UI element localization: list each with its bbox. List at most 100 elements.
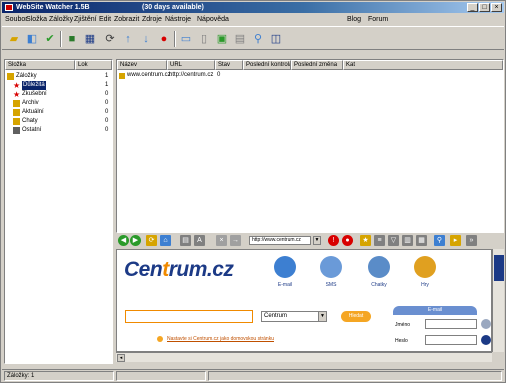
- tree-item-archiv[interactable]: Archiv 0: [5, 99, 112, 108]
- close-button[interactable]: ×: [491, 3, 502, 12]
- search-scope-select[interactable]: Centrum ▼: [261, 311, 327, 322]
- refresh-icon[interactable]: ⟳: [146, 235, 157, 246]
- menu-soubor[interactable]: Soubor: [5, 15, 28, 24]
- list-column-name[interactable]: Název: [117, 60, 167, 70]
- chat-icon: [368, 256, 390, 278]
- folder-tree[interactable]: Složka Lok Záložky 1 ★ Důležitá 1 ★ Zkuš…: [4, 59, 113, 364]
- up-icon[interactable]: ↑: [120, 31, 136, 47]
- tree-item-label: Aktuální: [22, 109, 44, 115]
- folder-open-icon[interactable]: ▰: [6, 31, 22, 47]
- list-column-last-check[interactable]: Poslední kontrola: [243, 60, 291, 70]
- list-column-status[interactable]: Stav: [215, 60, 243, 70]
- bookmark-icon[interactable]: ★: [360, 235, 371, 246]
- menu-slozka[interactable]: Složka: [26, 15, 47, 24]
- url-dropdown[interactable]: ▼: [313, 236, 321, 245]
- status-pane-2: [116, 371, 206, 381]
- tree-item-ostatni[interactable]: Ostatní 0: [5, 126, 112, 135]
- menu-zdroje[interactable]: Zdroje: [142, 15, 162, 24]
- sheet-icon[interactable]: ▤: [232, 31, 248, 47]
- menu-forum[interactable]: Forum: [368, 15, 388, 24]
- filter-icon[interactable]: ▽: [388, 235, 399, 246]
- back-icon[interactable]: ◀: [118, 235, 129, 246]
- homepage-icon: [157, 336, 163, 342]
- tree-column-name[interactable]: Složka: [5, 60, 75, 70]
- service-label: SMS: [325, 282, 337, 288]
- tree-item-dulezita[interactable]: ★ Důležitá 1: [5, 81, 112, 90]
- tree-item-zkusebni[interactable]: ★ Zkušební 0: [5, 90, 112, 99]
- centrum-logo[interactable]: Centrum.cz: [124, 258, 234, 282]
- save-icon[interactable]: ■: [64, 31, 80, 47]
- page-icon: [119, 73, 125, 79]
- tree-item-chaty[interactable]: Chaty 0: [5, 117, 112, 126]
- list-column-url[interactable]: URL: [167, 60, 215, 70]
- folder-icon: [13, 100, 20, 107]
- url-input[interactable]: http://www.centrum.cz: [249, 236, 311, 245]
- trash-icon: [13, 127, 20, 134]
- title-bar[interactable]: WebSite Watcher 1.5B (30 days available)…: [2, 2, 504, 13]
- menu-nastroje[interactable]: Nástroje: [165, 15, 191, 24]
- menu-zalozky[interactable]: Záložky: [49, 15, 73, 24]
- check-icon[interactable]: ✔: [42, 31, 58, 47]
- stop-icon[interactable]: ●: [156, 31, 172, 47]
- user-icon: [481, 319, 491, 329]
- alert-icon[interactable]: !: [328, 235, 339, 246]
- home-icon[interactable]: ⌂: [160, 235, 171, 246]
- list-column-last-change[interactable]: Poslední změna: [291, 60, 343, 70]
- menu-napoveda[interactable]: Nápověda: [197, 15, 229, 24]
- search-icon[interactable]: ⚲: [250, 31, 266, 47]
- tree-item-root[interactable]: Záložky 1: [5, 72, 112, 81]
- picture-icon[interactable]: ▣: [214, 31, 230, 47]
- font-icon[interactable]: A: [194, 235, 205, 246]
- highlight-icon[interactable]: ●: [342, 235, 353, 246]
- browser-toolbar: ◀ ▶ ⟳ ⌂ ▤ A × → http://www.centrum.cz ▼ …: [116, 233, 504, 248]
- menu-edit[interactable]: Edit: [99, 15, 111, 24]
- horizontal-scrollbar[interactable]: ◂: [116, 352, 492, 362]
- service-email[interactable]: E-mail: [267, 256, 303, 296]
- browser-icon[interactable]: ◫: [268, 31, 284, 47]
- grid-icon[interactable]: ▦: [82, 31, 98, 47]
- maximize-button[interactable]: □: [479, 3, 490, 12]
- service-hry[interactable]: Hry: [407, 256, 443, 296]
- search-input[interactable]: [125, 310, 253, 323]
- layout-icon[interactable]: ▥: [402, 235, 413, 246]
- tree-item-count: 0: [105, 127, 109, 133]
- bookmark-list[interactable]: Název URL Stav Poslední kontrola Posledn…: [116, 59, 504, 233]
- go-icon[interactable]: →: [230, 235, 241, 246]
- login-icon[interactable]: [481, 335, 491, 345]
- scroll-left-icon[interactable]: ◂: [117, 354, 125, 362]
- compare-icon[interactable]: ≡: [374, 235, 385, 246]
- scroll-thumb[interactable]: [494, 255, 504, 281]
- menu-blog[interactable]: Blog: [347, 15, 361, 24]
- forward-icon[interactable]: ▶: [130, 235, 141, 246]
- search-button[interactable]: Hledat: [341, 311, 371, 322]
- search-scope-value: Centrum: [264, 313, 288, 319]
- homepage-link[interactable]: Nastavte si Centrum.cz jako domovskou st…: [167, 336, 274, 342]
- tree-item-aktualni[interactable]: Aktuální 0: [5, 108, 112, 117]
- down-icon[interactable]: ↓: [138, 31, 154, 47]
- export-icon[interactable]: ▸: [450, 235, 461, 246]
- stop-icon[interactable]: ×: [216, 235, 227, 246]
- window-icon[interactable]: ▭: [178, 31, 194, 47]
- new-bookmark-icon[interactable]: ◧: [24, 31, 40, 47]
- vertical-scrollbar[interactable]: [492, 249, 504, 352]
- tree-column-count[interactable]: Lok: [75, 60, 112, 70]
- page-icon[interactable]: ▯: [196, 31, 212, 47]
- minimize-button[interactable]: _: [467, 3, 478, 12]
- table-row[interactable]: www.centrum.cz http://centrum.cz 0: [117, 71, 503, 80]
- print-icon[interactable]: ▤: [180, 235, 191, 246]
- email-user-input[interactable]: [425, 319, 477, 329]
- menu-zobrazit[interactable]: Zobrazit: [114, 15, 139, 24]
- email-pass-input[interactable]: [425, 335, 477, 345]
- zoom-icon[interactable]: ⚲: [434, 235, 445, 246]
- service-sms[interactable]: SMS: [313, 256, 349, 296]
- more-icon[interactable]: »: [466, 235, 477, 246]
- list-column-category[interactable]: Kat: [343, 60, 503, 70]
- tile-icon[interactable]: ▦: [416, 235, 427, 246]
- service-chatky[interactable]: Chatky: [361, 256, 397, 296]
- tree-item-label: Ostatní: [22, 127, 42, 133]
- email-tab[interactable]: E-mail: [393, 306, 477, 315]
- menu-zjisteni[interactable]: Zjištění: [74, 15, 97, 24]
- email-user-label: Jméno: [395, 322, 411, 328]
- refresh-icon[interactable]: ⟳: [102, 31, 118, 47]
- row-status: 0: [217, 72, 221, 78]
